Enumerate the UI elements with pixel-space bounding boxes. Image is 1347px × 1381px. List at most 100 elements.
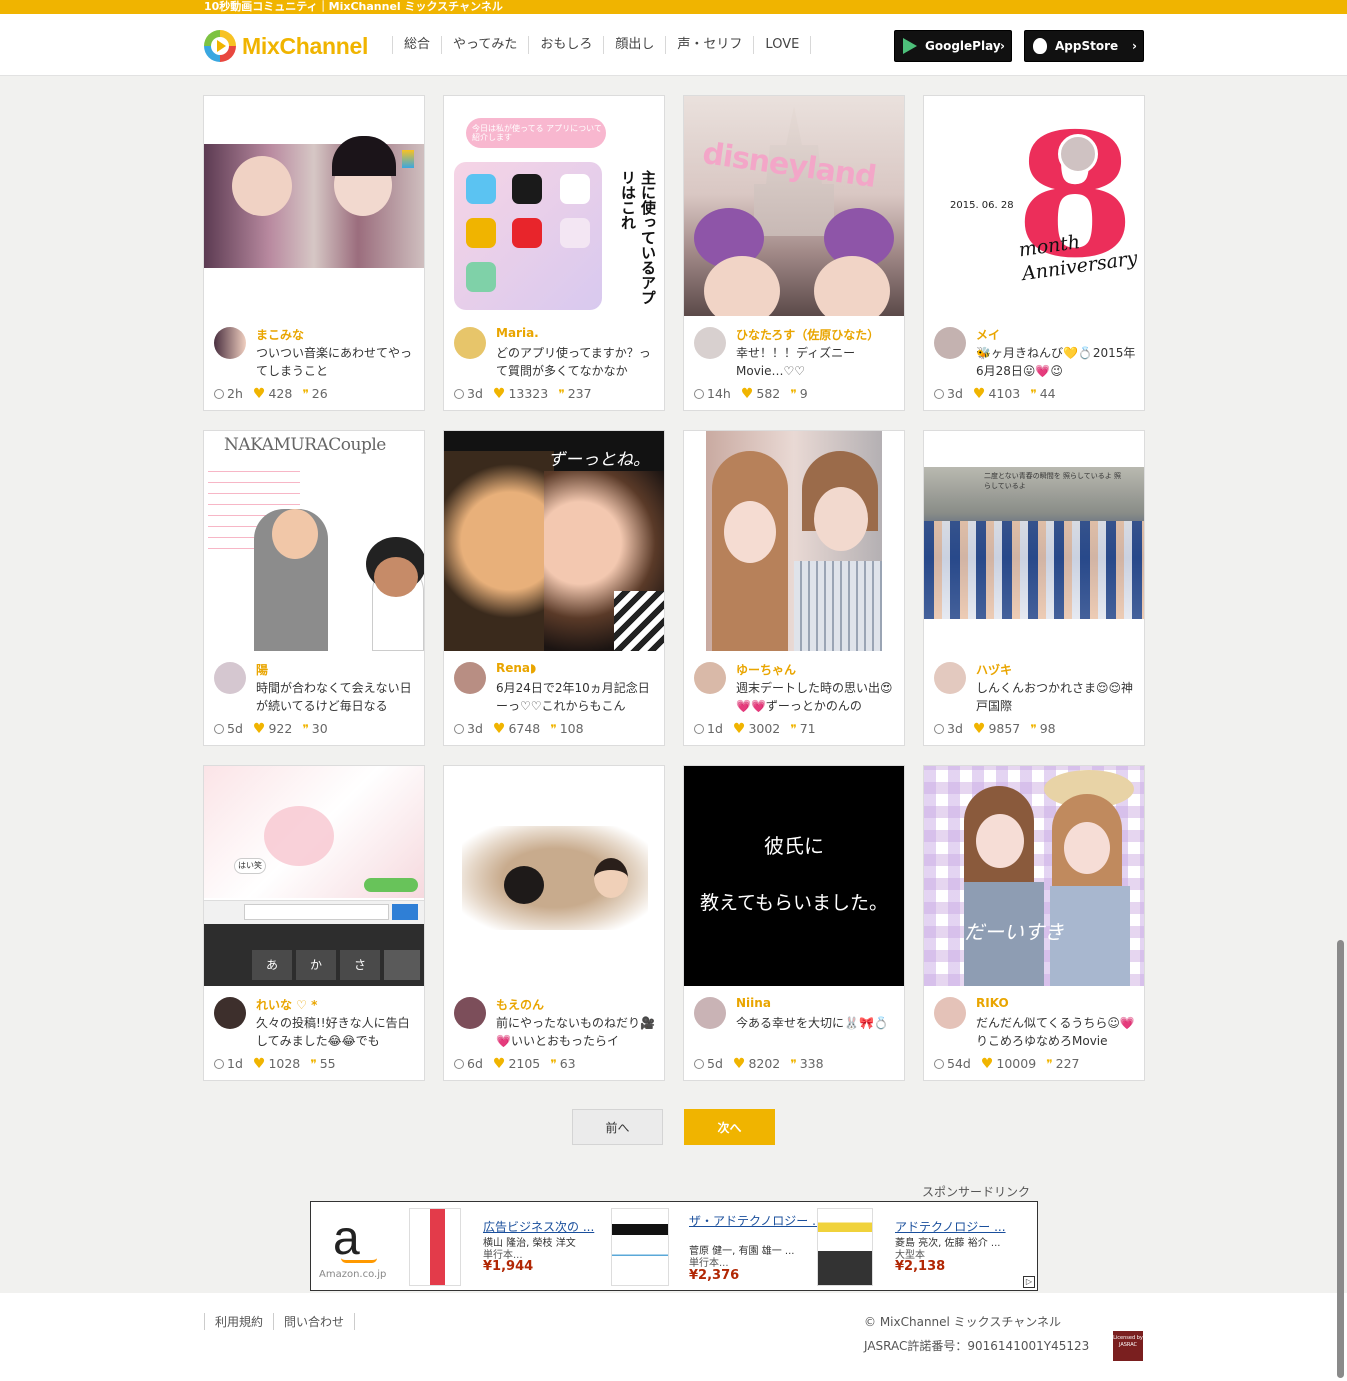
username[interactable]: RIKO xyxy=(976,996,1009,1010)
comment-icon: ❞ xyxy=(550,1056,557,1071)
video-card[interactable]: 彼氏に 教えてもらいました。 Niina 今ある幸せを大切に🐰🎀💍 5d ♥ 82… xyxy=(683,765,905,1081)
amazon-logo[interactable]: a Amazon.co.jp xyxy=(319,1214,399,1281)
video-card[interactable]: はい笑 あ か さ れいな ♡ * 久々の投稿!!好きな人に告白してみました😂😂… xyxy=(203,765,425,1081)
video-stats: 3d ♥ 6748 ❞ 108 xyxy=(454,721,584,736)
username[interactable]: まこみな xyxy=(256,326,304,343)
username[interactable]: Rena◗ xyxy=(496,661,536,675)
nav-item-love[interactable]: LOVE xyxy=(753,36,812,54)
comment-count: 237 xyxy=(567,386,592,401)
avatar[interactable] xyxy=(934,662,966,694)
footer: 利用規約 問い合わせ © MixChannel ミックスチャンネル JASRAC… xyxy=(0,1293,1347,1381)
video-thumbnail[interactable]: だーいすき xyxy=(924,766,1144,986)
video-thumbnail[interactable]: disneyland xyxy=(684,96,904,316)
nav-item-sougou[interactable]: 総合 xyxy=(392,36,441,54)
video-thumbnail[interactable] xyxy=(204,96,424,316)
avatar[interactable] xyxy=(694,327,726,359)
video-stats: 6d ♥ 2105 ❞ 63 xyxy=(454,1056,576,1071)
logo[interactable]: MixChannel xyxy=(204,30,368,62)
scrollbar-thumb[interactable] xyxy=(1337,940,1344,1378)
adchoices-icon[interactable]: ▷ xyxy=(1023,1276,1035,1288)
avatar[interactable] xyxy=(694,662,726,694)
like-count: 8202 xyxy=(748,1056,781,1071)
heart-icon: ♥ xyxy=(492,720,506,737)
footer-link-terms[interactable]: 利用規約 xyxy=(204,1313,275,1330)
comment-icon: ❞ xyxy=(790,1056,797,1071)
nav-item-omoshiro[interactable]: おもしろ xyxy=(528,36,603,54)
username[interactable]: メイ xyxy=(976,326,1000,343)
video-card[interactable]: ゆーちゃん 週末デートした時の思い出😍💗💗ずーっとかのんの 1d ♥ 3002 ❞… xyxy=(683,430,905,746)
chevron-right-icon: › xyxy=(1132,39,1137,53)
avatar[interactable] xyxy=(214,327,246,359)
video-card[interactable]: 2015. 06. 28 8 month Anniversary メイ 🐝ヶ月き… xyxy=(923,95,1145,411)
jasrac-logo[interactable]: Licensed by JASRAC xyxy=(1113,1331,1143,1361)
nav-item-kaodashi[interactable]: 顔出し xyxy=(603,36,665,54)
book-cover[interactable] xyxy=(409,1208,461,1286)
video-card[interactable]: だーいすき RIKO だんだん似てくるうちら☺︎💗りこめろゆなめろMovie 5… xyxy=(923,765,1145,1081)
video-card[interactable]: disneyland ひなたろす（佐原ひなた） 幸せ！！！ディズニーMovie…… xyxy=(683,95,905,411)
clock-icon xyxy=(934,388,944,399)
thumb-side-text: 主に使っているアプリはこれ xyxy=(619,170,657,305)
footer-link-contact[interactable]: 問い合わせ xyxy=(273,1313,356,1330)
next-page-button[interactable]: 次へ xyxy=(684,1109,775,1145)
video-thumbnail[interactable] xyxy=(684,431,904,651)
username[interactable]: Maria. xyxy=(496,326,539,340)
avatar[interactable] xyxy=(214,997,246,1029)
google-play-button[interactable]: GooglePlay › xyxy=(894,30,1012,62)
avatar[interactable] xyxy=(934,327,966,359)
comment-count: 44 xyxy=(1039,386,1056,401)
like-count: 10009 xyxy=(996,1056,1037,1071)
ad-product[interactable]: アドテクノロジー ... 菱島 亮次, 佐藤 裕介 ... 大型本 ¥2,138 xyxy=(817,1208,1023,1286)
post-time: 3d xyxy=(947,721,963,736)
video-thumbnail[interactable] xyxy=(444,766,664,986)
video-thumbnail[interactable]: 2015. 06. 28 8 month Anniversary xyxy=(924,96,1144,316)
ad-product[interactable]: 広告ビジネス次の ... 横山 隆治, 榮枝 洋文 単行本... ¥1,944 xyxy=(409,1208,609,1286)
product-title[interactable]: 広告ビジネス次の ... xyxy=(483,1218,594,1235)
post-time: 5d xyxy=(707,1056,723,1071)
product-title[interactable]: アドテクノロジー ... xyxy=(895,1218,1006,1235)
video-description: だんだん似てくるうちら☺︎💗りこめろゆなめろMovie xyxy=(976,1016,1135,1048)
comment-count: 26 xyxy=(311,386,328,401)
username[interactable]: 陽 xyxy=(256,661,268,678)
app-store-button[interactable]: AppStore › xyxy=(1024,30,1144,62)
video-description: 幸せ！！！ディズニーMovie…♡♡ xyxy=(736,346,856,378)
ad-product[interactable]: ザ・アドテクノロジー ... 菅原 健一, 有園 雄一 ... 単行本... ¥… xyxy=(611,1208,824,1286)
ad-banner[interactable]: a Amazon.co.jp 広告ビジネス次の ... 横山 隆治, 榮枝 洋文… xyxy=(310,1201,1038,1291)
avatar[interactable] xyxy=(454,997,486,1029)
avatar[interactable] xyxy=(454,662,486,694)
username[interactable]: Niina xyxy=(736,996,771,1010)
nav-item-koe-serifu[interactable]: 声・セリフ xyxy=(665,36,753,54)
username[interactable]: ハヅキ xyxy=(976,661,1012,678)
username[interactable]: ゆーちゃん xyxy=(736,661,796,678)
video-thumbnail[interactable]: 今日は私が使ってる アプリについて紹介します 主に使っているアプリはこれ xyxy=(444,96,664,316)
video-card[interactable]: もえのん 前にやったないものねだり🎥💗いいとおもったらイ 6d ♥ 2105 ❞ 6… xyxy=(443,765,665,1081)
avatar[interactable] xyxy=(934,997,966,1029)
avatar[interactable] xyxy=(214,662,246,694)
username[interactable]: もえのん xyxy=(496,996,544,1013)
username[interactable]: れいな ♡ * xyxy=(256,996,317,1013)
video-thumbnail[interactable]: はい笑 あ か さ xyxy=(204,766,424,986)
video-thumbnail[interactable]: NAKAMURACouple xyxy=(204,431,424,651)
video-stats: 1d ♥ 1028 ❞ 55 xyxy=(214,1056,336,1071)
video-thumbnail[interactable]: 二度とない青春の瞬間を 照らしているよ 照らしているよ xyxy=(924,431,1144,651)
product-title[interactable]: ザ・アドテクノロジー ... xyxy=(689,1212,824,1229)
video-thumbnail[interactable]: ずーっとね。 xyxy=(444,431,664,651)
video-card[interactable]: 二度とない青春の瞬間を 照らしているよ 照らしているよ ハヅキ しんくんおつかれ… xyxy=(923,430,1145,746)
video-card[interactable]: ずーっとね。 Rena◗ 6月24日で2年10ヵ月記念日ーっ♡♡これからもこん … xyxy=(443,430,665,746)
video-stats: 5d ♥ 922 ❞ 30 xyxy=(214,721,328,736)
jasrac-license: JASRAC許諾番号：9016141001Y45123 xyxy=(864,1339,1090,1353)
video-thumbnail[interactable]: 彼氏に 教えてもらいました。 xyxy=(684,766,904,986)
nav-item-yattemita[interactable]: やってみた xyxy=(441,36,528,54)
username[interactable]: ひなたろす（佐原ひなた） xyxy=(736,326,879,343)
avatar[interactable] xyxy=(694,997,726,1029)
google-play-label: GooglePlay xyxy=(925,39,1001,53)
keyboard-key: さ xyxy=(340,950,380,980)
video-stats: 14h ♥ 582 ❞ 9 xyxy=(694,386,808,401)
video-card[interactable]: NAKAMURACouple 陽 時間が合わなくて会えない日が続いてるけど毎日な… xyxy=(203,430,425,746)
book-cover[interactable] xyxy=(611,1208,669,1286)
video-card[interactable]: 今日は私が使ってる アプリについて紹介します 主に使っているアプリはこれ Mar… xyxy=(443,95,665,411)
avatar[interactable] xyxy=(454,327,486,359)
prev-page-button[interactable]: 前へ xyxy=(572,1109,663,1145)
video-card[interactable]: まこみな ついつい音楽にあわせてやってしまうこと 2h ♥ 428 ❞ 26 xyxy=(203,95,425,411)
book-cover[interactable] xyxy=(817,1208,873,1286)
comment-count: 55 xyxy=(319,1056,336,1071)
